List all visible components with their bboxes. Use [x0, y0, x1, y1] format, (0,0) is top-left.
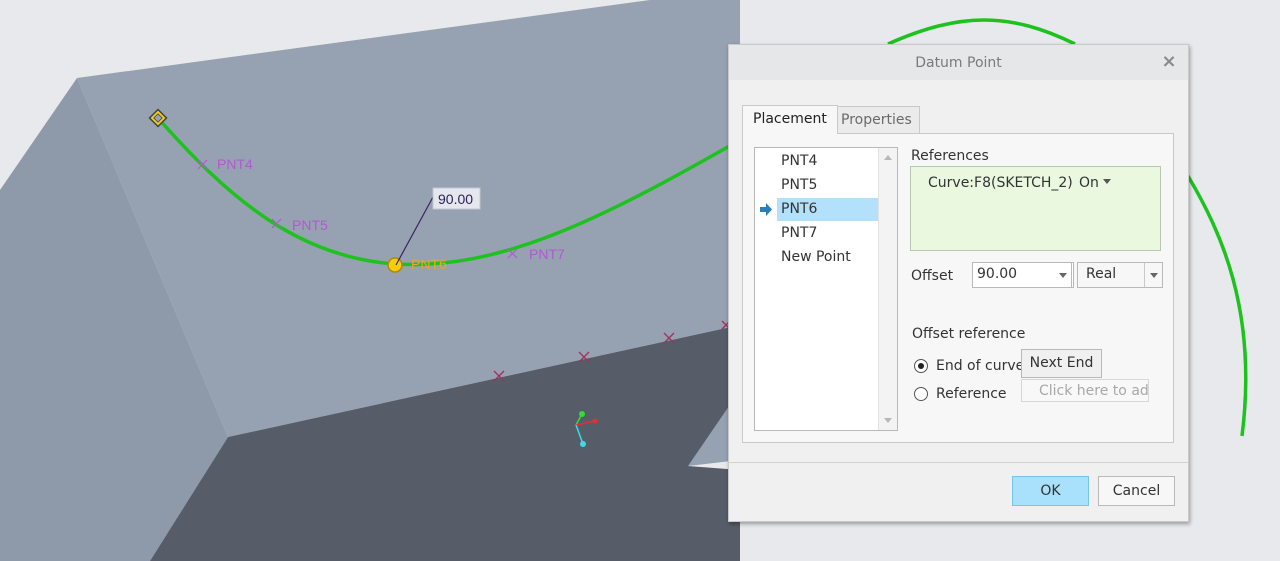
active-point-handle-icon[interactable]: [387, 257, 403, 273]
list-item-new-point[interactable]: New Point: [777, 246, 883, 269]
chevron-down-icon[interactable]: [1144, 263, 1163, 287]
references-label: References: [911, 148, 989, 164]
placement-panel: PNT4 PNT5 PNT6 PNT7 New Point References…: [742, 133, 1174, 443]
reference-label[interactable]: Reference: [936, 386, 1007, 402]
offset-value: 90.00: [977, 266, 1018, 282]
dialog-titlebar[interactable]: Datum Point ×: [729, 45, 1188, 80]
ok-button[interactable]: OK: [1012, 476, 1089, 506]
reference-mode-value: On: [1079, 175, 1099, 191]
reference-radio[interactable]: [914, 387, 928, 401]
offset-reference-label: Offset reference: [912, 326, 1026, 342]
close-icon[interactable]: ×: [1161, 53, 1177, 71]
offset-type-value: Real: [1086, 266, 1117, 282]
dimension-value[interactable]: 90.00: [438, 191, 473, 207]
tab-placement[interactable]: Placement: [742, 105, 838, 134]
scroll-down-icon[interactable]: [884, 418, 892, 423]
cancel-button[interactable]: Cancel: [1098, 476, 1175, 506]
pnt5-label[interactable]: PNT5: [292, 217, 328, 233]
points-list[interactable]: PNT4 PNT5 PNT6 PNT7 New Point: [754, 147, 898, 431]
list-item-pnt5[interactable]: PNT5: [777, 174, 883, 197]
datum-point-dialog: Datum Point × Placement Properties PNT4 …: [728, 44, 1189, 522]
end-of-curve-label[interactable]: End of curve: [936, 358, 1024, 374]
offset-label: Offset: [911, 268, 954, 284]
reference-mode-dropdown[interactable]: On: [1079, 175, 1111, 191]
footer-divider: [729, 462, 1188, 463]
reference-collector-input[interactable]: Click here to add: [1021, 379, 1149, 402]
end-of-curve-radio[interactable]: [914, 359, 928, 373]
tab-properties[interactable]: Properties: [830, 106, 920, 133]
dialog-title: Datum Point: [915, 55, 1002, 71]
current-item-arrow-icon: [760, 203, 772, 216]
offset-type-select[interactable]: Real: [1077, 262, 1163, 288]
reference-curve[interactable]: Curve:F8(SKETCH_2): [928, 175, 1073, 191]
list-item-pnt7[interactable]: PNT7: [777, 222, 883, 245]
pnt4-label[interactable]: PNT4: [217, 156, 253, 172]
list-item-pnt6[interactable]: PNT6: [777, 198, 883, 221]
list-item-pnt4[interactable]: PNT4: [777, 150, 883, 173]
sketch-curve-arc-right[interactable]: [1186, 175, 1248, 437]
list-scrollbar[interactable]: [878, 148, 897, 430]
pnt7-label[interactable]: PNT7: [529, 246, 565, 262]
pnt6-label[interactable]: PNT6: [411, 256, 447, 272]
next-end-button[interactable]: Next End: [1021, 349, 1102, 378]
chevron-down-icon: [1102, 179, 1111, 184]
offset-dropdown-button[interactable]: [1054, 262, 1072, 288]
scroll-up-icon[interactable]: [884, 155, 892, 160]
sketch-curve-arc-top[interactable]: [887, 18, 1076, 46]
references-collector[interactable]: Curve:F8(SKETCH_2) On: [910, 166, 1161, 251]
